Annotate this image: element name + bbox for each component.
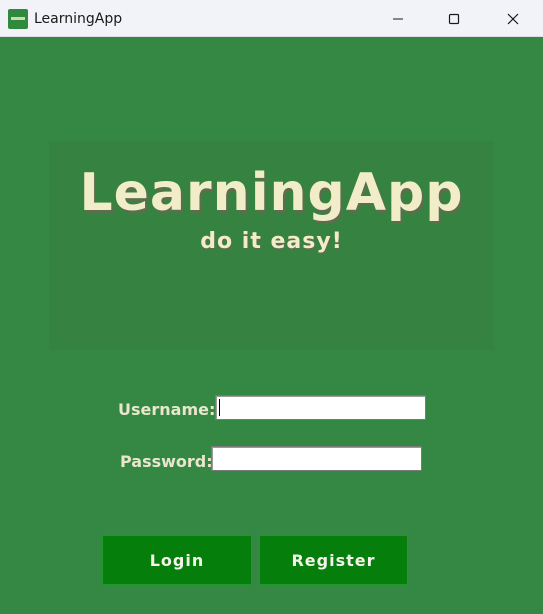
banner-title: LearningApp [79, 163, 464, 223]
banner-subtitle: do it easy! [200, 229, 343, 254]
password-label: Password: [120, 452, 213, 471]
window-title: LearningApp [34, 11, 123, 27]
title-bar[interactable]: LearningApp [0, 0, 543, 37]
close-button[interactable] [484, 0, 542, 37]
maximize-button[interactable] [425, 0, 483, 37]
learningapp-logo-icon [8, 9, 28, 29]
close-icon [507, 13, 519, 24]
app-window: LearningApp LearningApp do it easy! User… [0, 0, 543, 614]
login-button[interactable]: Login [102, 535, 252, 585]
minimize-button[interactable] [369, 0, 427, 37]
text-caret [219, 399, 220, 416]
username-input[interactable] [215, 395, 426, 420]
app-banner: LearningApp do it easy! [49, 141, 494, 350]
maximize-icon [448, 13, 460, 24]
minimize-icon [393, 18, 403, 19]
register-button[interactable]: Register [259, 535, 408, 585]
username-label: Username: [118, 400, 216, 419]
logo-mini-wordmark [11, 17, 25, 20]
password-input[interactable] [211, 446, 422, 471]
